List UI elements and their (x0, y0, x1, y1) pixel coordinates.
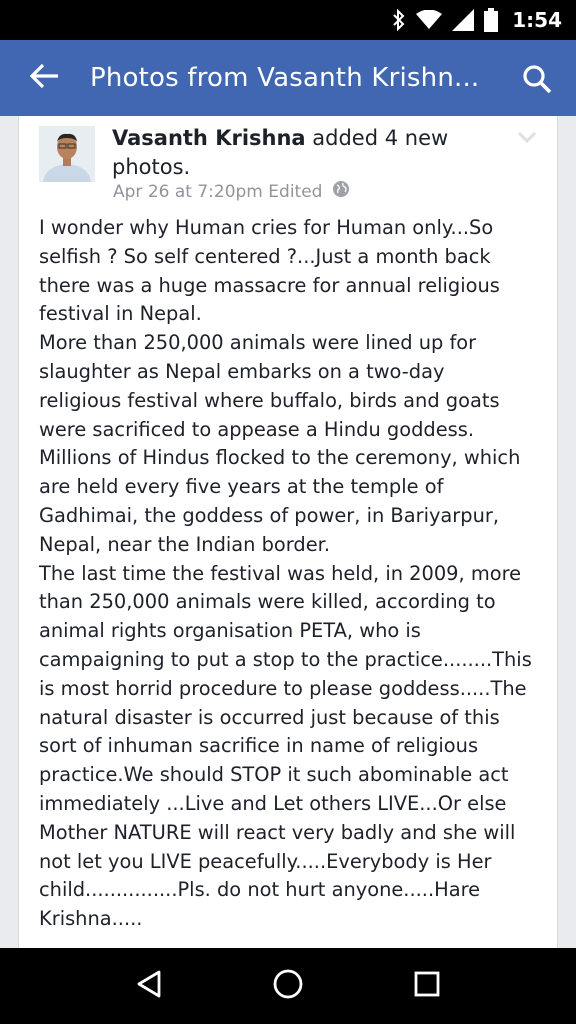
back-triangle-icon (135, 969, 163, 1004)
post-options-button[interactable] (517, 130, 537, 144)
post-body-line: slaughter as Nepal embarks on a two-day (39, 359, 445, 383)
post-body-line: Mother NATURE will react very badly and … (39, 820, 516, 844)
bluetooth-icon (392, 9, 406, 31)
chevron-down-icon (517, 131, 537, 148)
post-body-line: Nepal, near the Indian border. (39, 532, 331, 556)
post-body-line: Krishna..... (39, 907, 143, 931)
post-body-line: immediately ...Live and Let others LIVE.… (39, 791, 507, 815)
post-body-line: not let you LIVE peacefully.....Everybod… (39, 849, 492, 873)
post-body-line: campaigning to put a stop to the practic… (39, 647, 532, 671)
avatar[interactable] (39, 126, 95, 182)
post-body-line: natural disaster is occurred just becaus… (39, 705, 500, 729)
post-body-line: are held every five years at the temple … (39, 475, 444, 499)
search-button[interactable] (522, 64, 552, 94)
search-icon (522, 65, 552, 98)
post-body-line: sort of inhuman sacrifice in name of rel… (39, 734, 479, 758)
post-body-line: More than 250,000 animals were lined up … (39, 331, 477, 355)
app-bar: Photos from Vasanth Krishn... (0, 40, 576, 116)
battery-icon (484, 8, 499, 32)
post-header: Vasanth Krishna added 4 new photos. (112, 124, 482, 182)
status-bar: 1:54 (0, 0, 576, 40)
post-body-line: child...............Pls. do not hurt any… (39, 878, 481, 902)
post-body-line: I wonder why Human cries for Human only.… (39, 216, 494, 239)
post-meta: Apr 26 at 7:20pm Edited (113, 180, 350, 203)
post-body-line: is most horrid procedure to please godde… (39, 676, 527, 700)
post-body-line: festival in Nepal. (39, 302, 202, 326)
back-button[interactable] (0, 40, 90, 116)
author-name[interactable]: Vasanth Krishna (112, 126, 306, 150)
cell-signal-icon (452, 9, 475, 31)
nav-recents-button[interactable] (397, 956, 457, 1016)
post-body-line: selfish ? So self centered ?...Just a mo… (39, 244, 491, 268)
globe-icon (332, 180, 350, 203)
post-body-line: practice.We should STOP it such abominab… (39, 763, 509, 787)
post-body-line: Millions of Hindus flocked to the ceremo… (39, 446, 521, 470)
page-title: Photos from Vasanth Krishn... (90, 63, 480, 93)
post-body-line: The last time the festival was held, in … (39, 561, 522, 585)
nav-back-button[interactable] (119, 956, 179, 1016)
post-timestamp[interactable]: Apr 26 at 7:20pm Edited (113, 182, 322, 202)
post-body-line: Gadhimai, the goddess of power, in Bariy… (39, 503, 500, 527)
post-body-line: were sacrificed to appease a Hindu godde… (39, 417, 475, 441)
clock-time: 1:54 (512, 8, 562, 32)
post-body-line: there was a huge massacre for annual rel… (39, 273, 500, 297)
wifi-icon (416, 10, 443, 30)
post-body: I wonder why Human cries for Human only.… (39, 214, 554, 934)
home-circle-icon (272, 968, 304, 1005)
post-body-line: than 250,000 animals were killed, accord… (39, 590, 496, 614)
arrow-left-icon (29, 63, 60, 94)
recents-square-icon (413, 970, 441, 1003)
navigation-bar (0, 948, 576, 1024)
nav-home-button[interactable] (258, 956, 318, 1016)
post-card: Vasanth Krishna added 4 new photos. Apr … (18, 116, 558, 948)
post-body-line: animal rights organisation PETA, who is (39, 619, 421, 643)
post-body-line: religious festival where buffalo, birds … (39, 388, 500, 412)
